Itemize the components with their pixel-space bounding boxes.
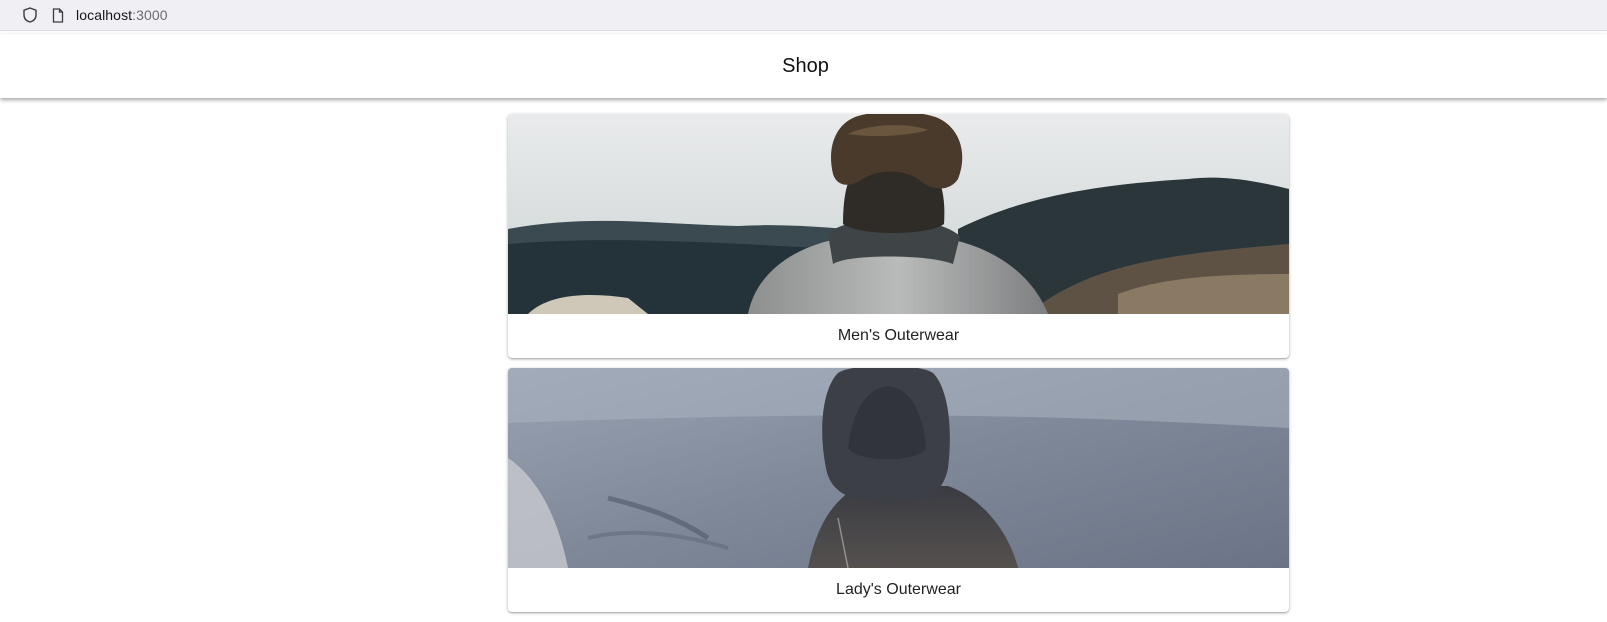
ladys-outerwear-image (508, 368, 1289, 568)
mens-outerwear-image (508, 114, 1289, 314)
category-card-ladys-outerwear[interactable]: Lady's Outerwear (508, 368, 1289, 612)
url-port: :3000 (132, 7, 168, 23)
category-label: Lady's Outerwear (836, 581, 961, 598)
app-header: Shop (0, 34, 1607, 98)
url-host: localhost (76, 7, 133, 23)
url-field[interactable]: localhost:3000 (76, 7, 168, 23)
page-title: Shop (782, 54, 829, 77)
category-label: Men's Outerwear (837, 327, 960, 344)
category-list: Men's Outerwear Lady's Outerwear (508, 114, 1289, 622)
browser-toolbar: localhost:3000 (0, 0, 1607, 31)
category-card-mens-outerwear[interactable]: Men's Outerwear (508, 114, 1289, 358)
page-icon (50, 7, 66, 23)
shield-icon[interactable] (22, 7, 38, 23)
